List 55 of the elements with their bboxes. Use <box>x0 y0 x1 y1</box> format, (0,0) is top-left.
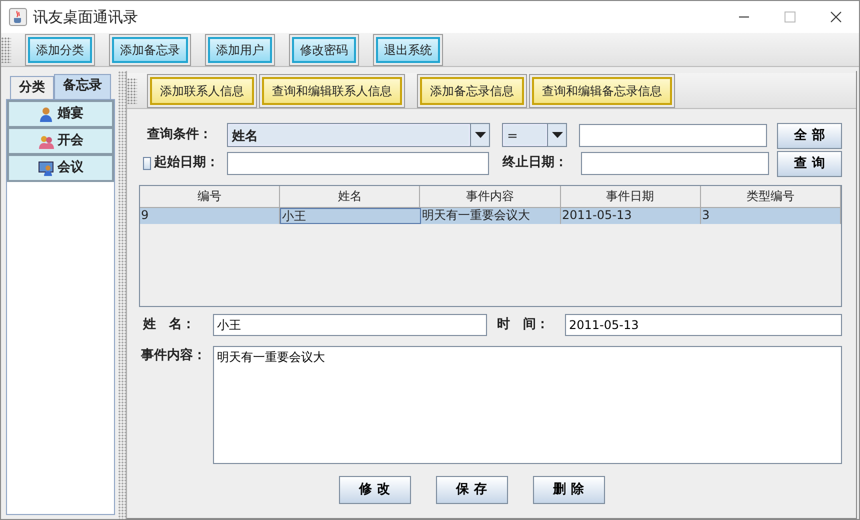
side-tab[interactable]: 分类 <box>10 76 54 98</box>
action-button[interactable]: 删 除 <box>532 476 604 504</box>
toolbar-button[interactable]: 修改密码 <box>289 34 359 66</box>
toolbar-button[interactable]: 添加联系人信息 <box>147 74 257 108</box>
caret-icon <box>474 132 486 138</box>
search-button[interactable]: 查 询 <box>777 151 842 177</box>
table-cell: 2011-05-13 <box>561 208 701 224</box>
operator-dropdown[interactable]: = <box>502 123 567 147</box>
field-dropdown[interactable]: 姓名 <box>227 123 490 147</box>
table-cell: 3 <box>701 208 841 224</box>
table-cell: 9 <box>140 208 280 224</box>
toolbar-button[interactable]: 添加分类 <box>25 34 95 66</box>
close-icon <box>830 11 842 23</box>
toolbar-button[interactable]: 查询和编辑备忘录信息 <box>529 74 675 108</box>
column-header[interactable]: 事件内容 <box>420 186 561 208</box>
toolbar-button[interactable]: 退出系统 <box>373 34 443 66</box>
column-header[interactable]: 姓名 <box>280 186 420 208</box>
toolbar-button[interactable]: 查询和编辑联系人信息 <box>259 74 405 108</box>
toolbar-grip <box>127 78 137 104</box>
value-field[interactable] <box>579 124 767 146</box>
category-item[interactable]: 会议 <box>7 154 114 182</box>
column-header[interactable]: 事件日期 <box>560 186 701 208</box>
table-cell: 明天有一重要会议大 <box>421 208 561 224</box>
event-content-label: 事件内容： <box>141 346 207 365</box>
caret-icon <box>552 132 562 138</box>
time-field[interactable]: 2011-05-13 <box>565 314 842 336</box>
category-item[interactable]: 婚宴 <box>7 100 114 128</box>
checkbox[interactable] <box>143 156 151 170</box>
end-date-field[interactable] <box>581 152 769 174</box>
name-label: 姓 名： <box>142 316 196 334</box>
end-date-label: 终止日期： <box>501 154 568 172</box>
toolbar-grip <box>1 36 11 62</box>
query-condition-label: 查询条件： <box>146 126 213 144</box>
toolbar-button[interactable]: 添加备忘录信息 <box>417 74 527 108</box>
split-handle[interactable] <box>118 71 126 519</box>
category-item[interactable]: 开会 <box>7 126 114 154</box>
window-title: 讯友桌面通讯录 <box>33 6 139 28</box>
start-date-checkbox[interactable]: 起始日期： <box>143 153 219 173</box>
toolbar-button[interactable]: 添加用户 <box>205 34 275 66</box>
column-header[interactable]: 编号 <box>140 186 280 208</box>
event-content-field[interactable]: 明天有一重要会议大 <box>213 346 842 464</box>
java-cup-icon <box>9 8 27 26</box>
table-cell: 小王 <box>280 208 421 224</box>
action-button[interactable]: 保 存 <box>436 476 508 504</box>
person-icon <box>38 160 54 176</box>
toolbar-button[interactable]: 添加备忘录 <box>109 34 191 66</box>
person-icon <box>38 106 54 122</box>
time-label: 时 间： <box>496 316 550 334</box>
side-tab[interactable]: 备忘录 <box>54 74 111 98</box>
name-field[interactable]: 小王 <box>213 314 487 336</box>
show-all-button[interactable]: 全 部 <box>777 123 842 149</box>
start-date-field[interactable] <box>227 152 489 174</box>
column-header[interactable]: 类型编号 <box>700 186 842 208</box>
maximize-icon <box>784 11 796 23</box>
action-button[interactable]: 修 改 <box>338 476 410 504</box>
